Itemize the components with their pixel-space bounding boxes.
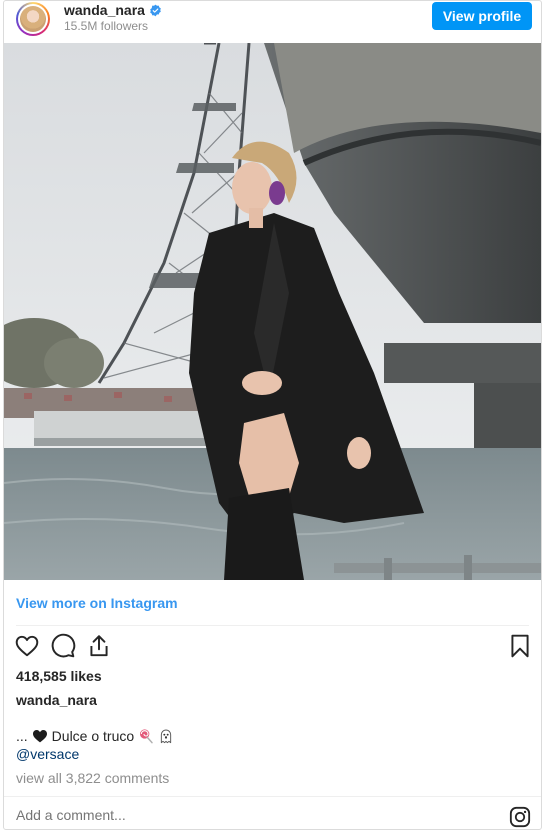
ghost-icon: [161, 729, 172, 744]
likes-count[interactable]: 418,585 likes: [16, 668, 102, 684]
action-bar: [4, 633, 541, 661]
comment-icon[interactable]: [50, 633, 76, 659]
view-more-link[interactable]: View more on Instagram: [16, 595, 178, 611]
verified-badge-icon: [150, 4, 161, 16]
mention-link[interactable]: @versace: [16, 746, 79, 762]
instagram-icon[interactable]: [509, 806, 531, 828]
caption: ... Dulce o truco: [16, 728, 174, 744]
post-photo-illustration: [4, 43, 541, 580]
avatar-photo: [20, 6, 46, 32]
view-comments-link[interactable]: view all 3,822 comments: [16, 770, 169, 786]
post-header: wanda_nara 15.5M followers View profile: [4, 1, 541, 43]
post-photo[interactable]: [4, 43, 541, 580]
view-profile-button[interactable]: View profile: [432, 2, 532, 30]
add-comment-input[interactable]: [16, 807, 416, 823]
heart-icon[interactable]: [14, 633, 40, 659]
avatar[interactable]: [16, 2, 50, 36]
black-heart-icon: [32, 729, 47, 743]
followers-count: 15.5M followers: [64, 19, 149, 33]
bookmark-icon[interactable]: [507, 633, 533, 659]
lollipop-icon: [140, 729, 153, 744]
caption-username[interactable]: wanda_nara: [16, 692, 97, 708]
instagram-embed-card: wanda_nara 15.5M followers View profile: [3, 0, 542, 830]
divider: [4, 796, 541, 797]
share-icon[interactable]: [86, 633, 112, 659]
username[interactable]: wanda_nara: [64, 2, 145, 18]
username-row: wanda_nara: [64, 2, 162, 18]
caption-text: Dulce o truco: [51, 728, 135, 744]
divider: [16, 625, 529, 626]
caption-ellipsis: ...: [16, 728, 28, 744]
